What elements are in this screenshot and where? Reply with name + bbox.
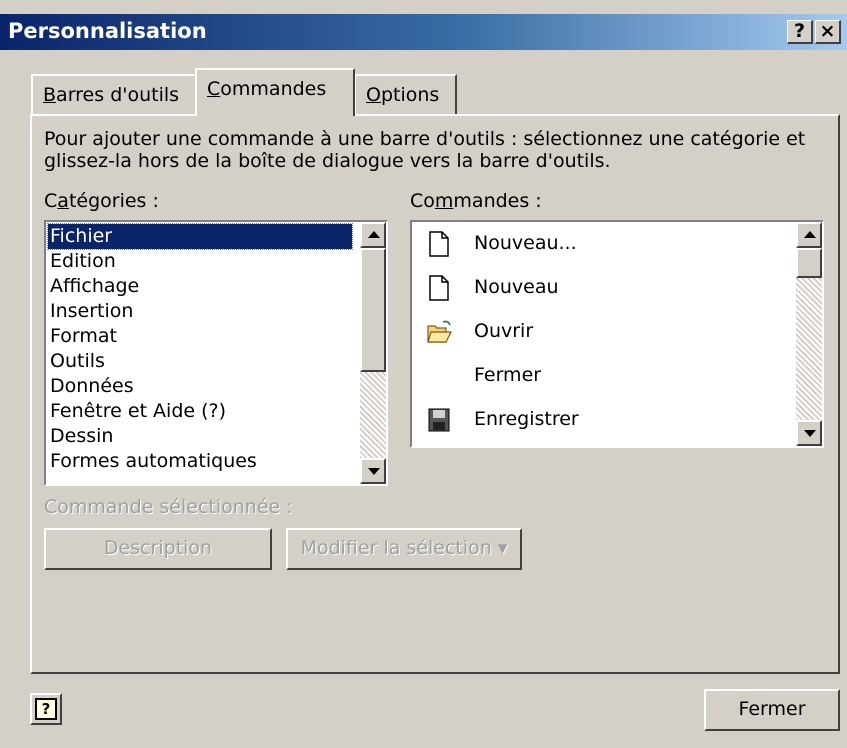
category-item[interactable]: Affichage	[48, 274, 139, 299]
tab-commands-label: ommandes	[220, 78, 327, 100]
tab-toolbars-label: arres d'outils	[56, 84, 180, 106]
categories-label-pre: C	[44, 190, 58, 212]
command-item-label: Ouvrir	[474, 320, 534, 342]
floppy-disk-icon	[426, 406, 452, 434]
new-document-icon	[426, 274, 452, 302]
help-icon: ?	[35, 698, 57, 720]
categories-scrollbar[interactable]	[360, 222, 386, 484]
category-item[interactable]: Données	[48, 374, 134, 399]
new-document-icon	[426, 230, 452, 258]
help-icon: ?	[793, 20, 806, 42]
instructions-line-2: glissez-la hors de la boîte de dialogue …	[44, 150, 611, 172]
context-help-button[interactable]: ?	[30, 693, 62, 725]
window-title: Personnalisation	[8, 19, 207, 43]
tab-commands[interactable]: Commandes	[195, 68, 355, 116]
commands-label-accel: m	[434, 190, 454, 212]
category-item[interactable]: Dessin	[48, 424, 113, 449]
help-button[interactable]: ?	[787, 20, 813, 44]
close-dialog-button[interactable]: Fermer	[704, 689, 840, 731]
close-icon: ×	[819, 20, 836, 42]
title-bar[interactable]: Personnalisation ? ×	[0, 14, 847, 50]
command-item-label: Nouveau...	[474, 232, 577, 254]
arrow-up-icon	[804, 231, 816, 238]
close-dialog-button-label: Fermer	[738, 698, 806, 720]
close-button[interactable]: ×	[815, 20, 841, 44]
categories-scroll-down-button[interactable]	[360, 458, 386, 484]
commands-scroll-thumb[interactable]	[796, 248, 822, 278]
category-item[interactable]: Fichier	[47, 223, 353, 250]
arrow-up-icon	[368, 231, 380, 238]
tab-commands-accel: C	[207, 78, 221, 100]
tab-panel: Pour ajouter une commande à une barre d'…	[30, 114, 840, 674]
command-item[interactable]: Nouveau	[414, 268, 786, 310]
tab-options-label: ptions	[380, 84, 440, 106]
commands-label-post: mandes :	[453, 190, 542, 212]
commands-list[interactable]: Nouveau... Nouveau Ouvrir Fermer Enregistrer	[410, 220, 824, 448]
commands-label: Commandes :	[410, 190, 542, 212]
commands-scrollbar[interactable]	[796, 222, 822, 446]
category-item[interactable]: Edition	[48, 249, 116, 274]
modify-selection-button[interactable]: Modifier la sélection ▾	[286, 528, 522, 570]
command-item[interactable]: Fermer	[414, 356, 786, 398]
tab-options-accel: O	[366, 84, 381, 106]
tab-toolbars[interactable]: Barres d'outils	[31, 74, 197, 114]
customize-dialog: Personnalisation ? × Barres d'outils Com…	[0, 0, 847, 748]
command-item-label: Enregistrer	[474, 408, 579, 430]
description-button[interactable]: Description	[44, 528, 272, 570]
categories-scroll-up-button[interactable]	[360, 222, 386, 248]
command-item[interactable]: Enregistrer	[414, 400, 786, 442]
command-item[interactable]: Ouvrir	[414, 312, 786, 354]
categories-label-accel: a	[57, 190, 69, 212]
command-item-label: Nouveau	[474, 276, 559, 298]
commands-scroll-up-button[interactable]	[796, 222, 822, 248]
open-folder-icon	[426, 318, 452, 346]
categories-label: Catégories :	[44, 190, 159, 212]
description-button-label: Description	[103, 537, 213, 559]
tab-toolbars-accel: B	[43, 84, 57, 106]
command-item[interactable]: Nouveau...	[414, 224, 786, 266]
categories-label-post: tégories :	[68, 190, 159, 212]
instructions-line-1: Pour ajouter une commande à une barre d'…	[44, 128, 806, 150]
arrow-down-icon	[804, 430, 816, 437]
instructions-text: Pour ajouter une commande à une barre d'…	[44, 128, 805, 172]
commands-scroll-down-button[interactable]	[796, 420, 822, 446]
selected-command-label: Commande sélectionnée :	[44, 496, 293, 518]
modify-selection-button-label: Modifier la sélection	[300, 537, 492, 559]
categories-list[interactable]: Fichier Edition Affichage Insertion Format Ou…	[44, 220, 388, 486]
category-item[interactable]: Fenêtre et Aide (?)	[48, 399, 226, 424]
categories-scroll-thumb[interactable]	[360, 248, 386, 372]
dropdown-arrow-icon: ▾	[497, 537, 508, 559]
category-item[interactable]: Formes automatiques	[48, 449, 257, 474]
category-item[interactable]: Insertion	[48, 299, 133, 324]
arrow-down-icon	[368, 468, 380, 475]
commands-label-pre: Co	[410, 190, 435, 212]
category-item[interactable]: Outils	[48, 349, 105, 374]
category-item[interactable]: Format	[48, 324, 117, 349]
tab-options[interactable]: Options	[354, 74, 457, 114]
command-item-label: Fermer	[474, 364, 542, 386]
